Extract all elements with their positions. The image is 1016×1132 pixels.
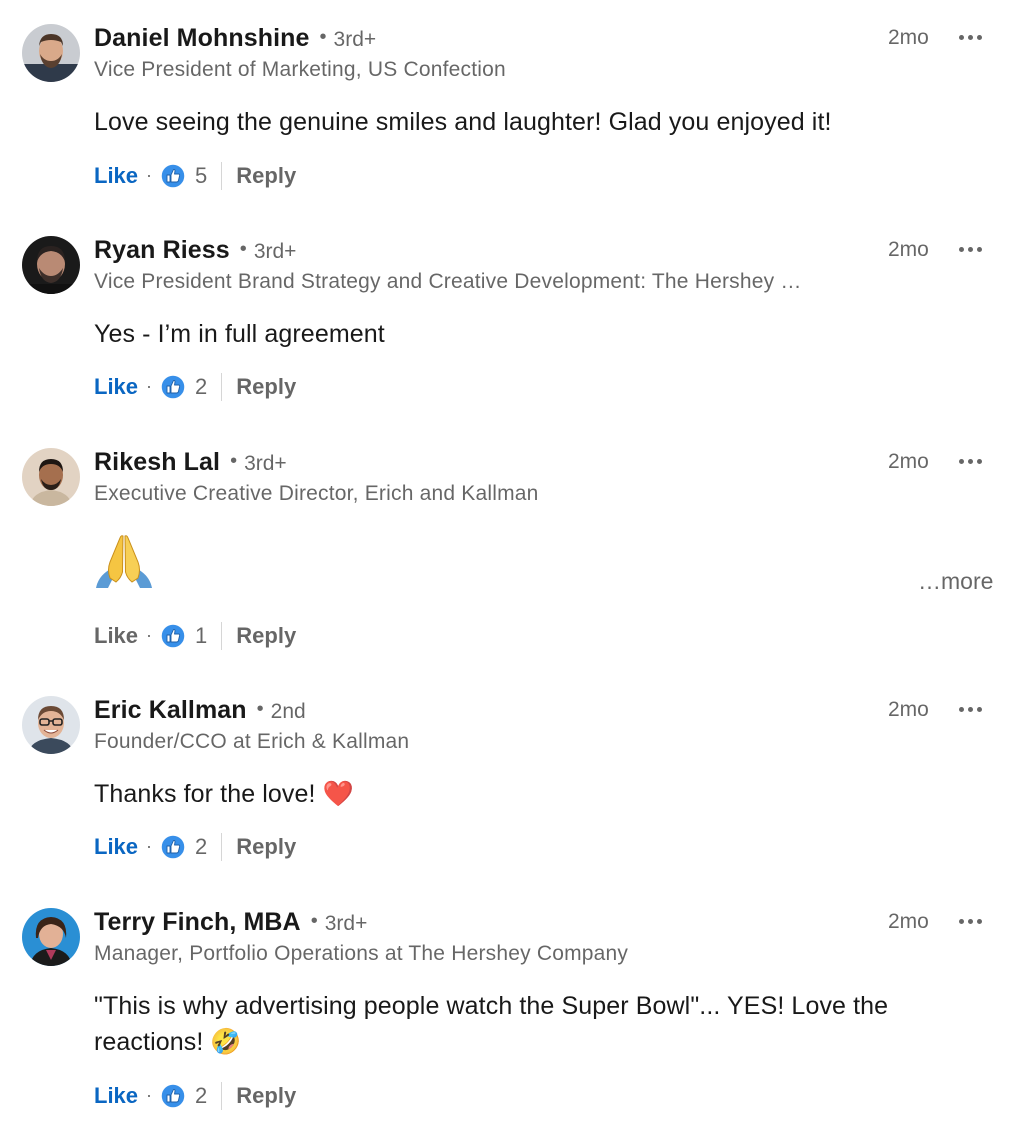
action-divider [221, 833, 223, 861]
comment-actions: Like · 5 Reply [94, 160, 296, 192]
name-row: Terry Finch, MBA • 3rd+ [94, 908, 367, 942]
comment-item: Terry Finch, MBA • 3rd+ Manager, Portfol… [0, 908, 1016, 1128]
action-separator: · [146, 835, 153, 856]
avatar[interactable] [22, 696, 80, 754]
degree-separator: • [230, 450, 238, 472]
name-row: Daniel Mohnshine • 3rd+ [94, 24, 376, 58]
like-thumb-reaction-icon[interactable] [160, 623, 186, 649]
like-button[interactable]: Like [94, 374, 138, 400]
comment-actions: Like · 2 Reply [94, 1080, 296, 1112]
degree-separator: • [239, 238, 247, 260]
author-name[interactable]: Eric Kallman [94, 696, 247, 725]
action-separator: · [146, 624, 153, 645]
avatar[interactable] [22, 448, 80, 506]
reaction-count[interactable]: 2 [195, 374, 207, 400]
avatar[interactable] [22, 24, 80, 82]
action-divider [221, 622, 223, 650]
like-button[interactable]: Like [94, 1083, 138, 1109]
like-thumb-reaction-icon[interactable] [160, 163, 186, 189]
comment-actions: Like · 1 Reply [94, 620, 296, 652]
connection-degree: 3rd+ [244, 452, 287, 475]
timestamp: 2mo [888, 26, 929, 49]
comment-text: Love seeing the genuine smiles and laugh… [94, 108, 832, 136]
avatar[interactable] [22, 908, 80, 966]
degree-separator: • [310, 910, 318, 932]
comment-text: "This is why advertising people watch th… [94, 992, 889, 1056]
action-divider [221, 373, 223, 401]
name-row: Ryan Riess • 3rd+ [94, 236, 296, 270]
reaction-count[interactable]: 2 [195, 1083, 207, 1109]
reply-button[interactable]: Reply [236, 623, 296, 649]
three-dots-icon[interactable] [954, 908, 986, 934]
like-button[interactable]: Like [94, 163, 138, 189]
timestamp: 2mo [888, 450, 929, 473]
comment-actions: Like · 2 Reply [94, 371, 296, 403]
author-headline: Vice President of Marketing, US Confecti… [94, 58, 506, 81]
reply-button[interactable]: Reply [236, 374, 296, 400]
author-name[interactable]: Daniel Mohnshine [94, 24, 310, 53]
reaction-count[interactable]: 5 [195, 163, 207, 189]
connection-degree: 3rd+ [324, 912, 368, 935]
author-name[interactable]: Ryan Riess [94, 236, 230, 265]
three-dots-icon[interactable] [954, 448, 986, 474]
like-thumb-reaction-icon[interactable] [160, 834, 186, 860]
three-dots-icon[interactable] [954, 696, 986, 722]
author-name[interactable]: Rikesh Lal [94, 448, 220, 477]
action-separator: · [146, 164, 153, 185]
author-headline: Executive Creative Director, Erich and K… [94, 482, 539, 505]
timestamp: 2mo [888, 698, 929, 721]
connection-degree: 2nd [270, 700, 306, 723]
author-headline: Manager, Portfolio Operations at The Her… [94, 942, 629, 965]
author-headline: Vice President Brand Strategy and Creati… [94, 270, 802, 293]
like-thumb-reaction-icon[interactable] [160, 374, 186, 400]
avatar[interactable] [22, 236, 80, 294]
action-separator: · [146, 1084, 153, 1105]
connection-degree: 3rd+ [253, 240, 297, 263]
author-name[interactable]: Terry Finch, MBA [94, 908, 301, 937]
comment-item: Rikesh Lal • 3rd+ Executive Creative Dir… [0, 448, 1016, 658]
three-dots-icon[interactable] [954, 236, 986, 262]
see-more-link[interactable]: …more [918, 568, 993, 595]
reply-button[interactable]: Reply [236, 1083, 296, 1109]
timestamp: 2mo [888, 910, 929, 933]
comment-text: Yes - I’m in full agreement [94, 320, 385, 348]
name-row: Eric Kallman • 2nd [94, 696, 306, 730]
reply-button[interactable]: Reply [236, 163, 296, 189]
comment-text: Thanks for the love! ❤️ [94, 780, 354, 808]
reply-button[interactable]: Reply [236, 834, 296, 860]
comment-item: Ryan Riess • 3rd+ Vice President Brand S… [0, 236, 1016, 406]
three-dots-icon[interactable] [954, 24, 986, 50]
action-divider [221, 162, 223, 190]
degree-separator: • [319, 26, 327, 48]
reaction-count[interactable]: 1 [195, 623, 207, 649]
folded-hands-emoji [96, 535, 152, 588]
author-headline: Founder/CCO at Erich & Kallman [94, 730, 410, 753]
comment-item: Daniel Mohnshine • 3rd+ Vice President o… [0, 24, 1016, 194]
timestamp: 2mo [888, 238, 929, 261]
comment-item: Eric Kallman • 2nd Founder/CCO at Erich … [0, 696, 1016, 866]
name-row: Rikesh Lal • 3rd+ [94, 448, 287, 482]
connection-degree: 3rd+ [333, 28, 377, 51]
like-button[interactable]: Like [94, 834, 138, 860]
like-button[interactable]: Like [94, 623, 138, 649]
action-separator: · [146, 375, 153, 396]
comment-actions: Like · 2 Reply [94, 831, 296, 863]
degree-separator: • [256, 698, 264, 720]
like-thumb-reaction-icon[interactable] [160, 1083, 186, 1109]
action-divider [221, 1082, 223, 1110]
reaction-count[interactable]: 2 [195, 834, 207, 860]
